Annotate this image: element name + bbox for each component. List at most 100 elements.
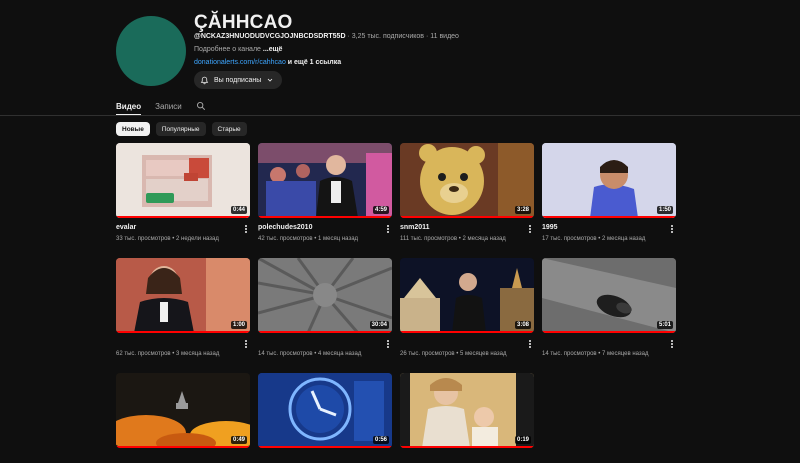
watch-progress-bar bbox=[542, 216, 676, 218]
video-thumbnail[interactable]: 3:08 bbox=[400, 258, 534, 333]
tab-posts[interactable]: Записи bbox=[155, 97, 182, 115]
more-actions-icon[interactable] bbox=[668, 223, 676, 235]
channel-links: donationalerts.com/r/cahhcao и ещё 1 ссы… bbox=[194, 59, 341, 66]
video-card[interactable]: 1:00 62 тыс. просмотров • 3 месяца назад bbox=[116, 258, 250, 357]
video-thumbnail[interactable]: 4:59 bbox=[258, 143, 392, 218]
video-thumbnail[interactable]: 5:01 bbox=[542, 258, 676, 333]
thumbnail-image bbox=[400, 143, 534, 218]
watch-progress-bar bbox=[258, 216, 392, 218]
watch-progress-bar bbox=[258, 331, 392, 333]
bell-icon bbox=[200, 76, 209, 84]
channel-avatar[interactable] bbox=[116, 16, 186, 86]
video-title[interactable]: polechudes2010 bbox=[258, 224, 312, 231]
more-actions-icon[interactable] bbox=[384, 223, 392, 235]
video-duration: 3:28 bbox=[514, 206, 531, 214]
more-links-button[interactable]: и ещё 1 ссылка bbox=[286, 59, 341, 66]
view-count: 26 тыс. просмотров bbox=[400, 351, 455, 357]
video-thumbnail[interactable]: 30:04 bbox=[258, 258, 392, 333]
video-card[interactable]: 1:50 1995 17 тыс. просмотров • 2 месяца … bbox=[542, 143, 676, 242]
video-duration: 0:56 bbox=[372, 436, 389, 444]
upload-age: 3 месяца назад bbox=[176, 351, 220, 357]
channel-tabs: Видео Записи bbox=[116, 97, 206, 116]
upload-age: 4 месяца назад bbox=[318, 351, 362, 357]
video-duration: 1:50 bbox=[656, 206, 673, 214]
channel-meta: @NCKAZ3HNUODUDVCGJOJNBCDSDRT55D · 3,25 т… bbox=[194, 33, 459, 40]
video-meta: 14 тыс. просмотров • 4 месяца назад bbox=[258, 351, 362, 357]
video-title[interactable]: evalar bbox=[116, 224, 136, 231]
video-duration: 0:19 bbox=[514, 436, 531, 444]
subscribed-button[interactable]: Вы подписаны bbox=[194, 71, 283, 89]
video-card[interactable]: 0:19 bbox=[400, 373, 534, 448]
view-count: 17 тыс. просмотров bbox=[542, 236, 597, 242]
thumbnail-image bbox=[116, 373, 250, 448]
video-meta: 26 тыс. просмотров • 5 месяцев назад bbox=[400, 351, 507, 357]
video-thumbnail[interactable]: 1:50 bbox=[542, 143, 676, 218]
video-duration: 5:01 bbox=[656, 321, 673, 329]
chip-newest[interactable]: Новые bbox=[116, 122, 150, 136]
thumbnail-image bbox=[542, 143, 676, 218]
view-count: 42 тыс. просмотров bbox=[258, 236, 313, 242]
description-text: Подробнее о канале bbox=[194, 46, 263, 53]
view-count: 62 тыс. просмотров bbox=[116, 351, 171, 357]
video-thumbnail[interactable]: 1:00 bbox=[116, 258, 250, 333]
thumbnail-image bbox=[116, 258, 250, 333]
video-thumbnail[interactable]: 0:19 bbox=[400, 373, 534, 448]
more-actions-icon[interactable] bbox=[384, 338, 392, 350]
video-meta: 14 тыс. просмотров • 7 месяцев назад bbox=[542, 351, 649, 357]
video-card[interactable]: 3:08 26 тыс. просмотров • 5 месяцев наза… bbox=[400, 258, 534, 357]
video-card[interactable]: 3:28 snm2011 111 тыс. просмотров • 2 мес… bbox=[400, 143, 534, 242]
watch-progress-bar bbox=[116, 216, 250, 218]
video-card[interactable]: 4:59 polechudes2010 42 тыс. просмотров •… bbox=[258, 143, 392, 242]
video-card[interactable]: 0:56 bbox=[258, 373, 392, 448]
more-actions-icon[interactable] bbox=[242, 338, 250, 350]
chevron-down-icon bbox=[267, 78, 273, 82]
video-duration: 0:49 bbox=[230, 436, 247, 444]
video-title[interactable]: snm2011 bbox=[400, 224, 430, 231]
channel-link[interactable]: donationalerts.com/r/cahhcao bbox=[194, 59, 286, 66]
video-duration: 4:59 bbox=[372, 206, 389, 214]
watch-progress-bar bbox=[400, 331, 534, 333]
sort-chips: Новые Популярные Старые bbox=[116, 122, 247, 136]
chip-oldest[interactable]: Старые bbox=[211, 122, 247, 136]
view-count: 14 тыс. просмотров bbox=[542, 351, 597, 357]
video-thumbnail[interactable]: 3:28 bbox=[400, 143, 534, 218]
video-thumbnail[interactable]: 0:56 bbox=[258, 373, 392, 448]
more-actions-icon[interactable] bbox=[526, 223, 534, 235]
video-title[interactable]: 1995 bbox=[542, 224, 558, 231]
subscriber-count: 3,25 тыс. подписчиков bbox=[351, 33, 424, 40]
tabs-divider bbox=[0, 115, 800, 116]
upload-age: 7 месяцев назад bbox=[602, 351, 649, 357]
watch-progress-bar bbox=[116, 446, 250, 448]
video-card[interactable]: 5:01 14 тыс. просмотров • 7 месяцев наза… bbox=[542, 258, 676, 357]
more-actions-icon[interactable] bbox=[242, 223, 250, 235]
video-card[interactable]: 0:44 evalar 33 тыс. просмотров • 2 недел… bbox=[116, 143, 250, 242]
view-count: 111 тыс. просмотров bbox=[400, 236, 458, 242]
chip-popular[interactable]: Популярные bbox=[155, 122, 206, 136]
thumbnail-image bbox=[258, 143, 392, 218]
watch-progress-bar bbox=[400, 446, 534, 448]
video-card[interactable]: 0:49 bbox=[116, 373, 250, 448]
more-actions-icon[interactable] bbox=[668, 338, 676, 350]
video-meta: 62 тыс. просмотров • 3 месяца назад bbox=[116, 351, 220, 357]
video-meta: 42 тыс. просмотров • 1 месяц назад bbox=[258, 236, 359, 242]
channel-description[interactable]: Подробнее о канале ...ещё bbox=[194, 46, 282, 53]
video-card[interactable]: 30:04 14 тыс. просмотров • 4 месяца наза… bbox=[258, 258, 392, 357]
more-actions-icon[interactable] bbox=[526, 338, 534, 350]
search-icon bbox=[196, 102, 205, 111]
view-count: 33 тыс. просмотров bbox=[116, 236, 171, 242]
video-count: 11 видео bbox=[430, 33, 459, 40]
video-meta: 33 тыс. просмотров • 2 недели назад bbox=[116, 236, 219, 242]
upload-age: 2 недели назад bbox=[176, 236, 219, 242]
subscribed-label: Вы подписаны bbox=[214, 76, 262, 84]
more-button[interactable]: ...ещё bbox=[263, 46, 283, 53]
watch-progress-bar bbox=[258, 446, 392, 448]
video-meta: 17 тыс. просмотров • 2 месяца назад bbox=[542, 236, 646, 242]
watch-progress-bar bbox=[542, 331, 676, 333]
video-thumbnail[interactable]: 0:44 bbox=[116, 143, 250, 218]
thumbnail-image bbox=[258, 373, 392, 448]
upload-age: 1 месяц назад bbox=[318, 236, 359, 242]
thumbnail-image bbox=[542, 258, 676, 333]
tab-videos[interactable]: Видео bbox=[116, 97, 142, 116]
video-thumbnail[interactable]: 0:49 bbox=[116, 373, 250, 448]
tab-search[interactable] bbox=[196, 101, 206, 111]
